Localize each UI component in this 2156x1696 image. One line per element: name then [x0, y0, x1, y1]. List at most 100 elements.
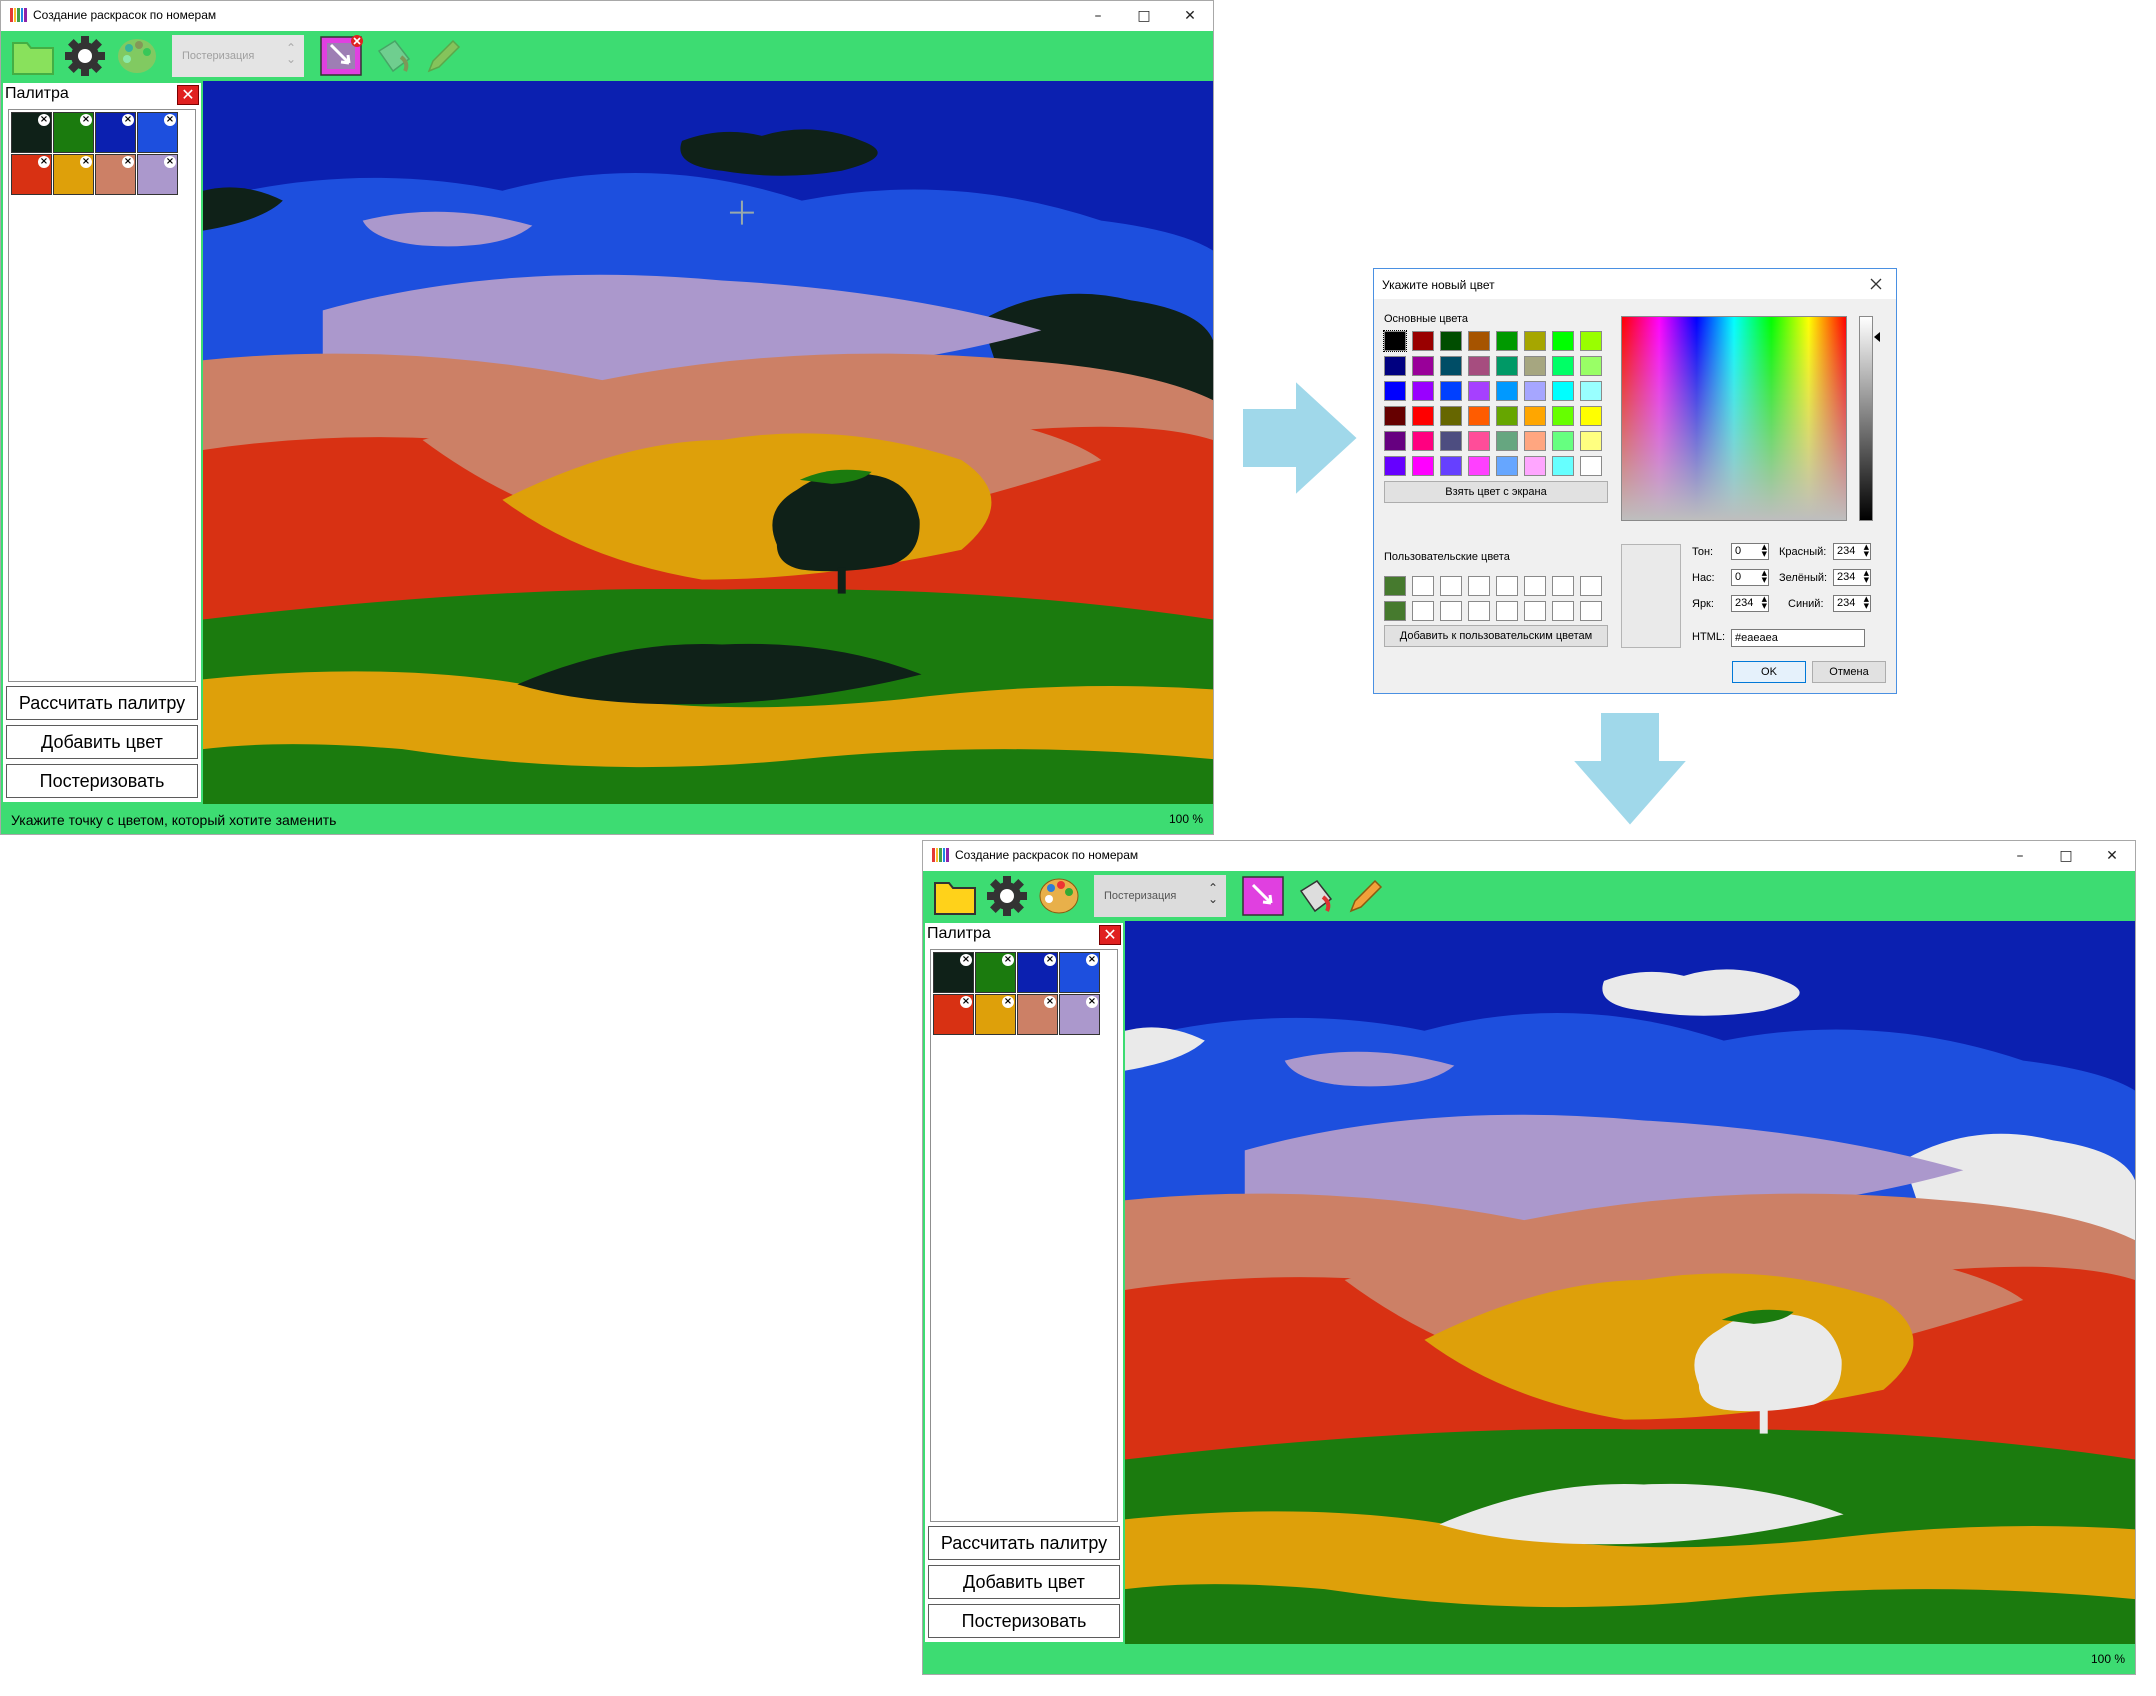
palette-swatch[interactable]: ×: [1059, 994, 1100, 1035]
image-canvas[interactable]: [203, 81, 1213, 804]
remove-color-icon[interactable]: ×: [38, 114, 50, 126]
brightness-slider[interactable]: [1859, 316, 1873, 521]
basic-color-cell[interactable]: [1496, 431, 1518, 451]
green-spinbox[interactable]: 234 ▲ ▼: [1833, 569, 1871, 586]
add-color-button[interactable]: Добавить цвет: [6, 725, 198, 759]
calculate-palette-button[interactable]: Рассчитать палитру: [928, 1526, 1120, 1560]
palette-swatch[interactable]: ×: [95, 112, 136, 153]
close-window-button[interactable]: ✕: [2089, 841, 2135, 871]
basic-color-cell[interactable]: [1496, 331, 1518, 351]
basic-color-cell[interactable]: [1384, 456, 1406, 476]
custom-color-cell[interactable]: [1384, 576, 1406, 596]
basic-color-cell[interactable]: [1496, 456, 1518, 476]
custom-color-cell[interactable]: [1524, 576, 1546, 596]
basic-color-cell[interactable]: [1468, 356, 1490, 376]
custom-color-cell[interactable]: [1580, 601, 1602, 621]
basic-color-cell[interactable]: [1552, 331, 1574, 351]
palette-swatch[interactable]: ×: [53, 112, 94, 153]
basic-color-cell[interactable]: [1384, 356, 1406, 376]
remove-color-icon[interactable]: ×: [122, 156, 134, 168]
remove-color-icon[interactable]: ×: [960, 996, 972, 1008]
remove-color-icon[interactable]: ×: [1002, 954, 1014, 966]
custom-color-cell[interactable]: [1580, 576, 1602, 596]
replace-color-picker-icon[interactable]: [1241, 875, 1285, 917]
image-canvas[interactable]: [1125, 921, 2135, 1644]
basic-color-cell[interactable]: [1468, 331, 1490, 351]
spin-arrows-icon[interactable]: ▲ ▼: [1762, 596, 1767, 610]
red-spinbox[interactable]: 234 ▲ ▼: [1833, 543, 1871, 560]
basic-color-cell[interactable]: [1524, 356, 1546, 376]
basic-color-cell[interactable]: [1580, 381, 1602, 401]
basic-color-cell[interactable]: [1412, 356, 1434, 376]
custom-color-cell[interactable]: [1524, 601, 1546, 621]
basic-color-cell[interactable]: [1496, 406, 1518, 426]
palette-swatch[interactable]: ×: [137, 154, 178, 195]
basic-color-cell[interactable]: [1580, 431, 1602, 451]
palette-swatch[interactable]: ×: [1059, 952, 1100, 993]
remove-color-icon[interactable]: ×: [1086, 996, 1098, 1008]
palette-swatch[interactable]: ×: [11, 154, 52, 195]
basic-color-cell[interactable]: [1412, 406, 1434, 426]
custom-color-cell[interactable]: [1412, 576, 1434, 596]
basic-color-cell[interactable]: [1468, 456, 1490, 476]
basic-color-cell[interactable]: [1384, 381, 1406, 401]
basic-color-cell[interactable]: [1496, 381, 1518, 401]
basic-color-cell[interactable]: [1524, 331, 1546, 351]
value-spinbox[interactable]: 234 ▲ ▼: [1731, 595, 1769, 612]
custom-color-cell[interactable]: [1552, 576, 1574, 596]
open-folder-icon[interactable]: [11, 35, 55, 77]
spin-arrows-icon[interactable]: ▲ ▼: [1762, 570, 1767, 584]
remove-color-icon[interactable]: ×: [164, 156, 176, 168]
custom-color-cell[interactable]: [1468, 601, 1490, 621]
posterize-mode-select[interactable]: Постеризация ⌃ ⌄: [1094, 875, 1226, 917]
custom-color-cell[interactable]: [1552, 601, 1574, 621]
palette-swatch[interactable]: ×: [975, 994, 1016, 1035]
minimize-button[interactable]: –: [1997, 841, 2043, 871]
remove-color-icon[interactable]: ×: [80, 114, 92, 126]
palette-swatch[interactable]: ×: [11, 112, 52, 153]
basic-color-cell[interactable]: [1412, 431, 1434, 451]
hue-spinbox[interactable]: 0 ▲ ▼: [1731, 543, 1769, 560]
minimize-button[interactable]: –: [1075, 1, 1121, 31]
basic-color-cell[interactable]: [1580, 356, 1602, 376]
settings-gear-icon[interactable]: [63, 35, 107, 77]
pencil-icon[interactable]: [421, 35, 465, 77]
settings-gear-icon[interactable]: [985, 875, 1029, 917]
basic-color-cell[interactable]: [1524, 406, 1546, 426]
posterize-mode-select[interactable]: Постеризация ⌃ ⌄: [172, 35, 304, 77]
maximize-button[interactable]: □: [1121, 1, 1167, 31]
basic-color-cell[interactable]: [1412, 456, 1434, 476]
palette-swatch[interactable]: ×: [1017, 952, 1058, 993]
spin-arrows-icon[interactable]: ▲ ▼: [1864, 570, 1869, 584]
basic-color-cell[interactable]: [1412, 381, 1434, 401]
dialog-close-icon[interactable]: [1856, 269, 1896, 299]
custom-color-cell[interactable]: [1496, 601, 1518, 621]
remove-color-icon[interactable]: ×: [1044, 996, 1056, 1008]
basic-color-cell[interactable]: [1440, 431, 1462, 451]
palette-swatch[interactable]: ×: [933, 994, 974, 1035]
remove-color-icon[interactable]: ×: [38, 156, 50, 168]
remove-color-icon[interactable]: ×: [122, 114, 134, 126]
palette-swatch[interactable]: ×: [975, 952, 1016, 993]
basic-color-cell[interactable]: [1440, 356, 1462, 376]
custom-color-cell[interactable]: [1440, 576, 1462, 596]
posterize-button[interactable]: Постеризовать: [928, 1604, 1120, 1638]
remove-color-icon[interactable]: ×: [80, 156, 92, 168]
spin-arrows-icon[interactable]: ▲ ▼: [1864, 596, 1869, 610]
hue-saturation-field[interactable]: [1621, 316, 1847, 521]
palette-swatch[interactable]: ×: [933, 952, 974, 993]
remove-color-icon[interactable]: ×: [1086, 954, 1098, 966]
calculate-palette-button[interactable]: Рассчитать палитру: [6, 686, 198, 720]
palette-swatch[interactable]: ×: [137, 112, 178, 153]
posterize-button[interactable]: Постеризовать: [6, 764, 198, 798]
basic-color-cell[interactable]: [1552, 406, 1574, 426]
basic-color-cell[interactable]: [1580, 456, 1602, 476]
paint-bucket-icon[interactable]: [371, 35, 415, 77]
palette-swatch[interactable]: ×: [95, 154, 136, 195]
remove-color-icon[interactable]: ×: [1002, 996, 1014, 1008]
basic-color-cell[interactable]: [1580, 331, 1602, 351]
paint-bucket-icon[interactable]: [1293, 875, 1337, 917]
palette-swatch[interactable]: ×: [53, 154, 94, 195]
basic-color-cell[interactable]: [1468, 381, 1490, 401]
basic-color-cell[interactable]: [1440, 381, 1462, 401]
